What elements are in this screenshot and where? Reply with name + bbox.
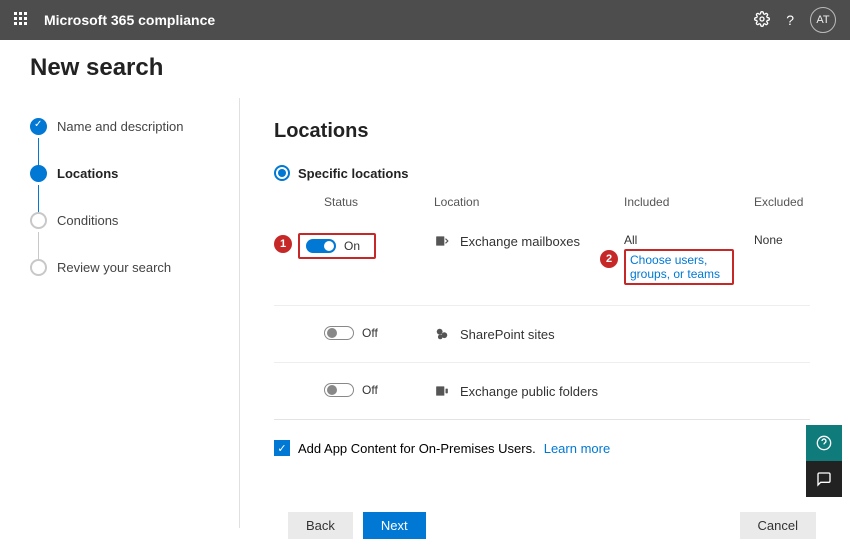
- step-dot-done-icon: [30, 118, 47, 135]
- step-conditions[interactable]: Conditions: [30, 212, 225, 259]
- learn-more-link[interactable]: Learn more: [544, 441, 610, 456]
- status-toggle[interactable]: [306, 239, 336, 253]
- step-locations[interactable]: Locations: [30, 165, 225, 212]
- col-excluded: Excluded: [754, 195, 850, 209]
- page-title: New search: [0, 40, 850, 98]
- status-text: Off: [362, 326, 378, 340]
- app-title: Microsoft 365 compliance: [44, 12, 215, 28]
- content: Name and description Locations Condition…: [0, 98, 850, 528]
- side-buttons: [806, 425, 842, 497]
- header-left: Microsoft 365 compliance: [14, 12, 215, 28]
- step-dot-icon: [30, 212, 47, 229]
- included-cell: All 2 Choose users, groups, or teams: [624, 233, 754, 285]
- status-toggle[interactable]: [324, 383, 354, 397]
- main-panel: Locations Specific locations Status Loca…: [240, 98, 850, 528]
- table-row: Off SharePoint sites: [274, 306, 810, 363]
- next-button[interactable]: Next: [363, 512, 426, 539]
- step-label: Locations: [57, 166, 118, 181]
- feedback-button[interactable]: [806, 461, 842, 497]
- step-label: Review your search: [57, 260, 171, 275]
- status-toggle[interactable]: [324, 326, 354, 340]
- location-cell: Exchange mailboxes: [434, 233, 624, 249]
- table-row: Off Exchange public folders: [274, 363, 810, 420]
- step-review[interactable]: Review your search: [30, 259, 225, 306]
- status-cell: Off: [324, 383, 434, 397]
- choose-users-link[interactable]: Choose users, groups, or teams: [630, 253, 728, 281]
- on-premises-checkbox-row: ✓ Add App Content for On-Premises Users.…: [274, 440, 810, 456]
- callout-badge-1: 1: [274, 235, 292, 253]
- col-location: Location: [434, 195, 624, 209]
- on-premises-checkbox[interactable]: ✓: [274, 440, 290, 456]
- wizard-sidebar: Name and description Locations Condition…: [0, 98, 240, 528]
- col-included: Included: [624, 195, 754, 209]
- step-label: Conditions: [57, 213, 118, 228]
- app-launcher-icon[interactable]: [14, 12, 30, 28]
- table-row: 1 On Exchange mailboxes All 2 Choose use…: [274, 213, 810, 306]
- excluded-value: None: [754, 233, 850, 247]
- wizard-footer: Back Next Cancel: [0, 512, 850, 539]
- table-header: Status Location Included Excluded: [274, 191, 810, 213]
- exchange-icon: [434, 233, 450, 249]
- avatar[interactable]: AT: [810, 7, 836, 33]
- gear-icon[interactable]: [754, 11, 770, 30]
- location-cell: SharePoint sites: [434, 326, 624, 342]
- step-dot-icon: [30, 259, 47, 276]
- location-name: Exchange public folders: [460, 384, 598, 399]
- step-label: Name and description: [57, 119, 183, 134]
- header-right: ? AT: [754, 7, 836, 33]
- radio-label: Specific locations: [298, 166, 409, 181]
- back-button[interactable]: Back: [288, 512, 353, 539]
- footer-left: Back Next: [288, 512, 426, 539]
- contextual-help-button[interactable]: [806, 425, 842, 461]
- step-dot-active-icon: [30, 165, 47, 182]
- callout-badge-2: 2: [600, 250, 618, 268]
- location-name: SharePoint sites: [460, 327, 555, 342]
- help-icon[interactable]: ?: [786, 12, 794, 28]
- app-header: Microsoft 365 compliance ? AT: [0, 0, 850, 40]
- radio-selected-icon: [274, 165, 290, 181]
- step-name-description[interactable]: Name and description: [30, 118, 225, 165]
- section-heading: Locations: [274, 120, 810, 143]
- status-cell: Off: [324, 326, 434, 340]
- location-cell: Exchange public folders: [434, 383, 624, 399]
- cancel-button[interactable]: Cancel: [740, 512, 816, 539]
- status-cell: On: [298, 233, 376, 259]
- checkbox-label: Add App Content for On-Premises Users.: [298, 441, 536, 456]
- sharepoint-icon: [434, 326, 450, 342]
- locations-table: Status Location Included Excluded 1 On E…: [274, 191, 810, 420]
- location-name: Exchange mailboxes: [460, 234, 580, 249]
- specific-locations-radio[interactable]: Specific locations: [274, 165, 810, 181]
- status-text: On: [344, 239, 360, 253]
- included-value: All: [624, 233, 754, 247]
- col-status: Status: [324, 195, 434, 209]
- status-text: Off: [362, 383, 378, 397]
- public-folder-icon: [434, 383, 450, 399]
